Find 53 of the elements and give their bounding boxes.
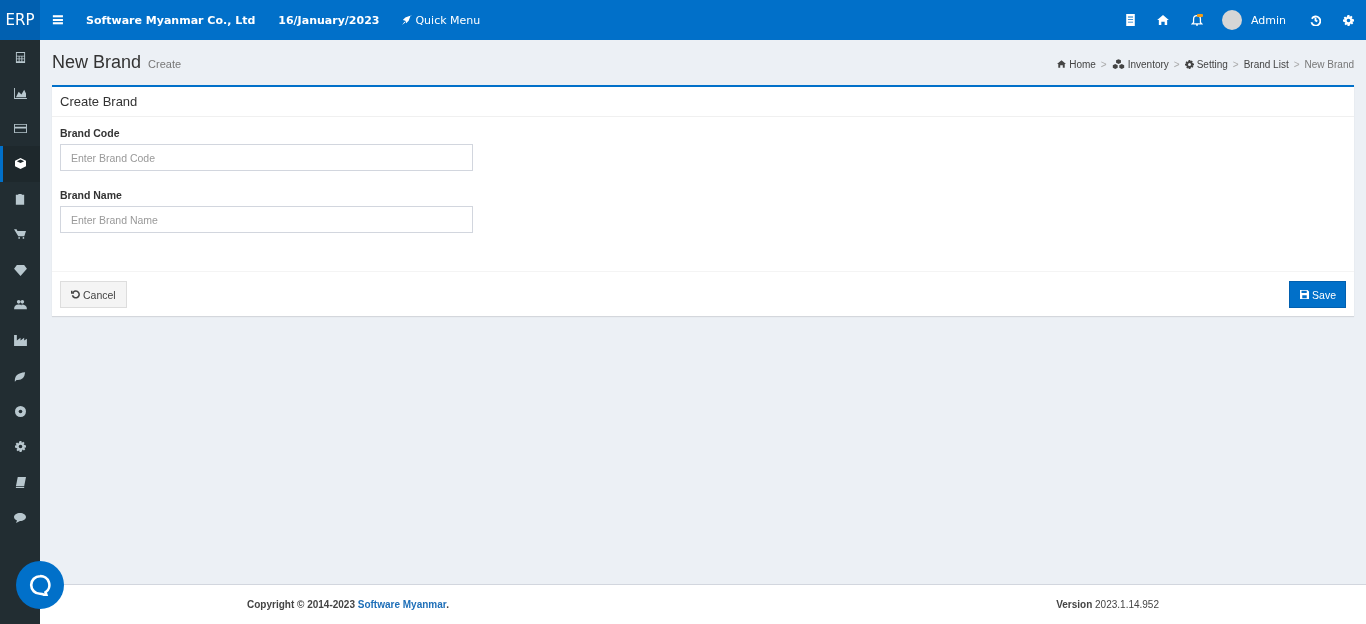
home-icon — [1057, 60, 1067, 68]
users-icon — [13, 299, 27, 311]
app-logo: ERP — [0, 0, 40, 40]
quick-menu-link[interactable]: Quick Menu — [402, 13, 481, 27]
leaf-icon — [14, 370, 26, 382]
bell-icon[interactable] — [1190, 14, 1203, 26]
page-title: New Brand — [52, 52, 142, 73]
diamond-icon — [13, 264, 27, 276]
area-chart-icon — [13, 87, 27, 99]
document-icon[interactable] — [1125, 14, 1135, 26]
page-subtitle: Create — [148, 58, 182, 70]
history-icon[interactable] — [1310, 14, 1321, 26]
version-text: Version 2023.1.14.952 — [1056, 599, 1159, 610]
input-field[interactable]: Enter Brand Code — [60, 144, 473, 171]
card-title: Create Brand — [52, 87, 1354, 117]
field-label: Brand Code — [60, 127, 121, 139]
cubes-icon — [1111, 59, 1125, 69]
breadcrumb-separator: > — [1173, 58, 1180, 70]
user-name[interactable]: Admin — [1250, 13, 1286, 27]
copyright-text: Copyright © 2014-2023 Software Myanmar. — [247, 599, 449, 610]
settings-icon — [1184, 59, 1194, 69]
undo-icon — [71, 290, 80, 299]
breadcrumb-separator: > — [1293, 58, 1300, 70]
input-field[interactable]: Enter Brand Name — [60, 206, 473, 233]
credit-card-icon — [13, 122, 27, 134]
rocket-icon — [402, 15, 413, 25]
breadcrumb-link[interactable]: Home — [1057, 58, 1096, 70]
breadcrumb-separator: > — [1232, 58, 1239, 70]
cart-icon — [14, 229, 26, 241]
calculator-icon — [14, 52, 26, 64]
factory-icon — [13, 335, 27, 347]
field-label: Brand Name — [60, 189, 123, 201]
avatar-icon[interactable] — [1221, 10, 1242, 30]
breadcrumb-current: New Brand — [1304, 58, 1354, 70]
sidebar-item[interactable] — [0, 146, 40, 182]
company-link[interactable]: Software Myanmar — [357, 599, 447, 610]
chat-bubble-icon — [29, 574, 51, 596]
settings-icon[interactable] — [1343, 14, 1354, 26]
save-button[interactable]: Save — [1289, 281, 1346, 308]
chat-icon — [14, 512, 26, 523]
cancel-button[interactable]: Cancel — [60, 281, 127, 308]
breadcrumb-link[interactable]: Inventory — [1111, 58, 1169, 70]
clipboard-icon — [15, 193, 25, 206]
breadcrumb-separator: > — [1100, 58, 1107, 70]
home-icon[interactable] — [1156, 15, 1169, 25]
breadcrumb-link[interactable]: Setting — [1184, 58, 1228, 70]
company-name: Software Myanmar Co., Ltd — [86, 13, 256, 27]
settings-icon — [14, 441, 26, 453]
book-icon — [14, 476, 26, 488]
breadcrumb-link[interactable]: Brand List — [1243, 58, 1289, 70]
menu-toggle[interactable]: ≡ — [51, 12, 65, 28]
cube-icon — [14, 158, 26, 170]
current-date: 16/January/2023 — [278, 13, 380, 27]
